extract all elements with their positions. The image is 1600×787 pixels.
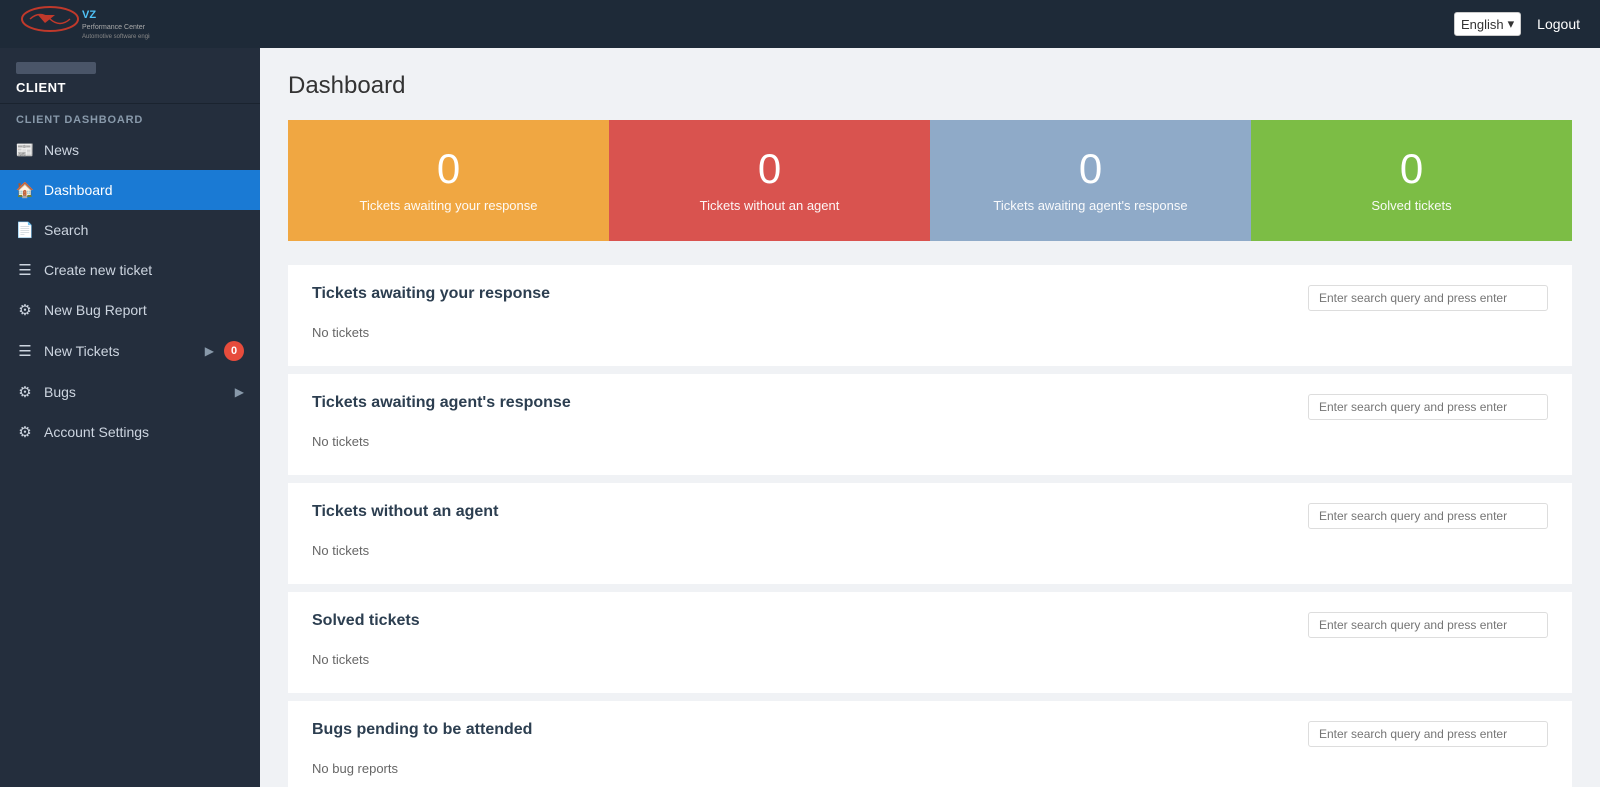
language-label: English: [1461, 17, 1504, 32]
nav-label-bugs: Bugs: [44, 384, 225, 400]
nav-icon-account-settings: ⚙: [16, 423, 34, 441]
stat-card-label-agent-response: Tickets awaiting agent's response: [950, 198, 1231, 213]
sidebar-item-dashboard[interactable]: 🏠 Dashboard: [0, 170, 260, 210]
svg-text:Automotive software engineerin: Automotive software engineering: [82, 34, 150, 40]
no-tickets-awaiting-agent: No tickets: [312, 430, 1548, 455]
no-tickets-awaiting-your: No tickets: [312, 321, 1548, 346]
ticket-section-bugs-pending: Bugs pending to be attended No bug repor…: [288, 701, 1572, 787]
section-header-without-agent: Tickets without an agent: [312, 503, 1548, 529]
user-label: CLIENT: [16, 80, 244, 95]
nav-icon-new-bug-report: ⚙: [16, 301, 34, 319]
stat-card-number-without-agent: 0: [629, 148, 910, 190]
language-dropdown-icon: ▾: [1508, 16, 1515, 32]
nav-label-news: News: [44, 142, 244, 158]
main-content: Dashboard 0 Tickets awaiting your respon…: [260, 48, 1600, 787]
nav-icon-new-tickets: ☰: [16, 342, 34, 360]
section-search-without-agent[interactable]: [1308, 503, 1548, 529]
nav-label-account-settings: Account Settings: [44, 424, 244, 440]
sidebar-nav: 📰 News 🏠 Dashboard 📄 Search ☰ Create new…: [0, 130, 260, 452]
page-title: Dashboard: [288, 72, 1572, 100]
ticket-sections: Tickets awaiting your response No ticket…: [288, 265, 1572, 787]
sidebar-item-new-bug-report[interactable]: ⚙ New Bug Report: [0, 290, 260, 330]
sidebar-item-account-settings[interactable]: ⚙ Account Settings: [0, 412, 260, 452]
section-header-solved-tickets: Solved tickets: [312, 612, 1548, 638]
stat-card-label-awaiting-response: Tickets awaiting your response: [308, 198, 589, 213]
nav-arrow-bugs: ▶: [235, 385, 244, 399]
section-search-solved-tickets[interactable]: [1308, 612, 1548, 638]
stat-card-label-solved: Solved tickets: [1271, 198, 1552, 213]
nav-icon-create-ticket: ☰: [16, 261, 34, 279]
top-navigation: VZ Performance Center Automotive softwar…: [0, 0, 1600, 48]
ticket-section-without-agent: Tickets without an agent No tickets: [288, 483, 1572, 584]
ticket-section-solved-tickets: Solved tickets No tickets: [288, 592, 1572, 693]
section-search-awaiting-your[interactable]: [1308, 285, 1548, 311]
nav-icon-bugs: ⚙: [16, 383, 34, 401]
section-title-awaiting-your: Tickets awaiting your response: [312, 285, 550, 303]
section-header-bugs-pending: Bugs pending to be attended: [312, 721, 1548, 747]
section-header-awaiting-your: Tickets awaiting your response: [312, 285, 1548, 311]
nav-label-search: Search: [44, 222, 244, 238]
main-layout: CLIENT CLIENT DASHBOARD 📰 News 🏠 Dashboa…: [0, 48, 1600, 787]
no-tickets-without-agent: No tickets: [312, 539, 1548, 564]
nav-arrow-new-tickets: ▶: [205, 344, 214, 358]
sidebar-item-news[interactable]: 📰 News: [0, 130, 260, 170]
stat-card-number-agent-response: 0: [950, 148, 1231, 190]
stat-cards: 0 Tickets awaiting your response 0 Ticke…: [288, 120, 1572, 241]
section-title-bugs-pending: Bugs pending to be attended: [312, 721, 532, 739]
section-title-without-agent: Tickets without an agent: [312, 503, 498, 521]
section-search-bugs-pending[interactable]: [1308, 721, 1548, 747]
section-search-awaiting-agent[interactable]: [1308, 394, 1548, 420]
ticket-section-awaiting-agent: Tickets awaiting agent's response No tic…: [288, 374, 1572, 475]
logo-icon: VZ Performance Center Automotive softwar…: [20, 5, 150, 43]
stat-card-number-solved: 0: [1271, 148, 1552, 190]
top-nav-right: English ▾ Logout: [1454, 12, 1580, 36]
section-title-awaiting-agent: Tickets awaiting agent's response: [312, 394, 571, 412]
nav-label-new-bug-report: New Bug Report: [44, 302, 244, 318]
stat-card-awaiting-response: 0 Tickets awaiting your response: [288, 120, 609, 241]
sidebar-item-bugs[interactable]: ⚙ Bugs ▶: [0, 372, 260, 412]
logo-area: VZ Performance Center Automotive softwar…: [20, 5, 150, 43]
no-tickets-solved-tickets: No tickets: [312, 648, 1548, 673]
section-label: CLIENT DASHBOARD: [0, 104, 260, 130]
logout-button[interactable]: Logout: [1537, 16, 1580, 32]
section-title-solved-tickets: Solved tickets: [312, 612, 420, 630]
section-header-awaiting-agent: Tickets awaiting agent's response: [312, 394, 1548, 420]
user-avatar-bar: [16, 62, 96, 74]
no-tickets-bugs-pending: No bug reports: [312, 757, 1548, 782]
sidebar: CLIENT CLIENT DASHBOARD 📰 News 🏠 Dashboa…: [0, 48, 260, 787]
sidebar-item-new-tickets[interactable]: ☰ New Tickets ▶ 0: [0, 330, 260, 372]
stat-card-agent-response: 0 Tickets awaiting agent's response: [930, 120, 1251, 241]
nav-icon-dashboard: 🏠: [16, 181, 34, 199]
nav-label-dashboard: Dashboard: [44, 182, 244, 198]
nav-label-create-ticket: Create new ticket: [44, 262, 244, 278]
stat-card-number-awaiting-response: 0: [308, 148, 589, 190]
ticket-section-awaiting-your: Tickets awaiting your response No ticket…: [288, 265, 1572, 366]
nav-icon-news: 📰: [16, 141, 34, 159]
stat-card-solved: 0 Solved tickets: [1251, 120, 1572, 241]
sidebar-item-create-ticket[interactable]: ☰ Create new ticket: [0, 250, 260, 290]
svg-text:Performance Center: Performance Center: [82, 24, 146, 31]
nav-label-new-tickets: New Tickets: [44, 343, 195, 359]
stat-card-label-without-agent: Tickets without an agent: [629, 198, 910, 213]
user-section: CLIENT: [0, 48, 260, 104]
stat-card-without-agent: 0 Tickets without an agent: [609, 120, 930, 241]
nav-badge-new-tickets: 0: [224, 341, 244, 361]
language-select[interactable]: English ▾: [1454, 12, 1521, 36]
svg-text:VZ: VZ: [82, 9, 96, 21]
nav-icon-search: 📄: [16, 221, 34, 239]
sidebar-item-search[interactable]: 📄 Search: [0, 210, 260, 250]
